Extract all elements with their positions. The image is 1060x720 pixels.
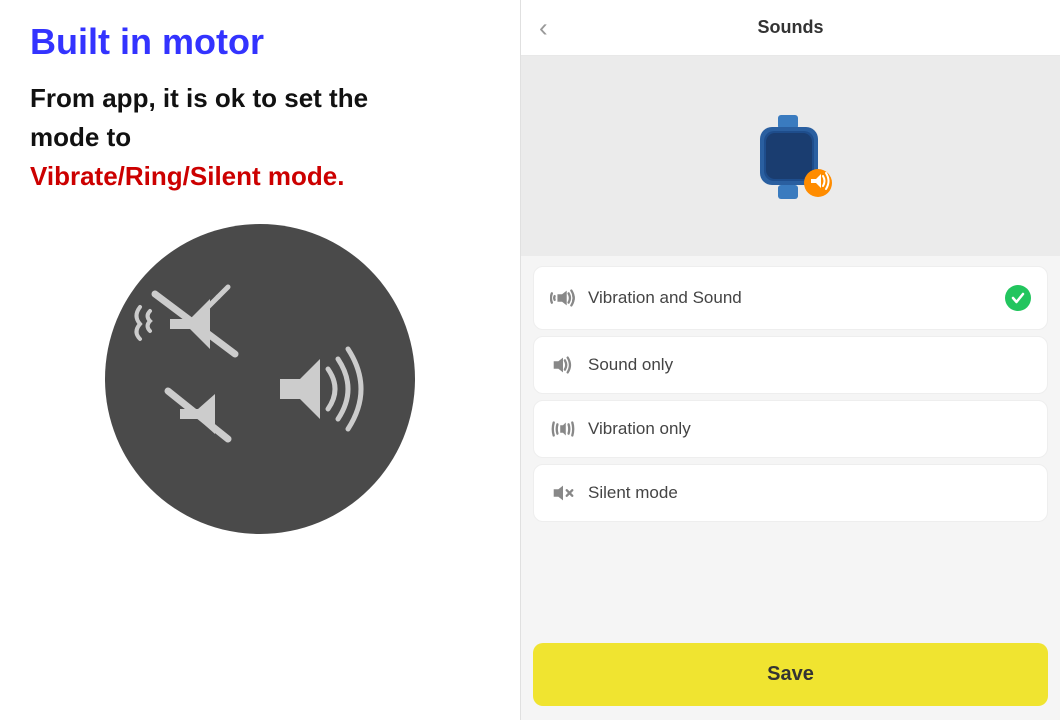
option-silent-mode[interactable]: Silent mode	[533, 464, 1048, 522]
sound-only-icon	[550, 355, 576, 375]
option-sound-only[interactable]: Sound only	[533, 336, 1048, 394]
option-vibration-only[interactable]: Vibration only	[533, 400, 1048, 458]
header-title: Sounds	[758, 17, 824, 38]
option-vibration-only-label: Vibration only	[588, 419, 1031, 439]
watch-svg	[746, 111, 846, 211]
option-silent-mode-label: Silent mode	[588, 483, 1031, 503]
option-sound-only-label: Sound only	[588, 355, 1031, 375]
right-panel: ‹ Sounds	[520, 0, 1060, 720]
page-title: Built in motor	[30, 20, 490, 63]
options-list: Vibration and Sound Sound only	[521, 256, 1060, 635]
desc-highlight: Vibrate/Ring/Silent mode.	[30, 161, 344, 191]
option-vibration-sound-label: Vibration and Sound	[588, 288, 993, 308]
illustration-svg	[130, 249, 390, 509]
save-button[interactable]: Save	[533, 643, 1048, 706]
silent-mode-icon	[550, 483, 576, 503]
option-vibration-sound[interactable]: Vibration and Sound	[533, 266, 1048, 330]
back-button[interactable]: ‹	[539, 12, 548, 43]
left-panel: Built in motor From app, it is ok to set…	[0, 0, 520, 720]
desc-line1: From app, it is ok to set the	[30, 83, 368, 113]
header: ‹ Sounds	[521, 0, 1060, 56]
selected-checkmark	[1005, 285, 1031, 311]
desc-line2: mode to	[30, 122, 131, 152]
watch-preview	[521, 56, 1060, 256]
vibration-sound-icon	[550, 288, 576, 308]
illustration-circle	[105, 224, 415, 534]
description-text: From app, it is ok to set the mode to Vi…	[30, 79, 490, 196]
vibration-only-icon	[550, 419, 576, 439]
watch-illustration	[746, 111, 836, 201]
